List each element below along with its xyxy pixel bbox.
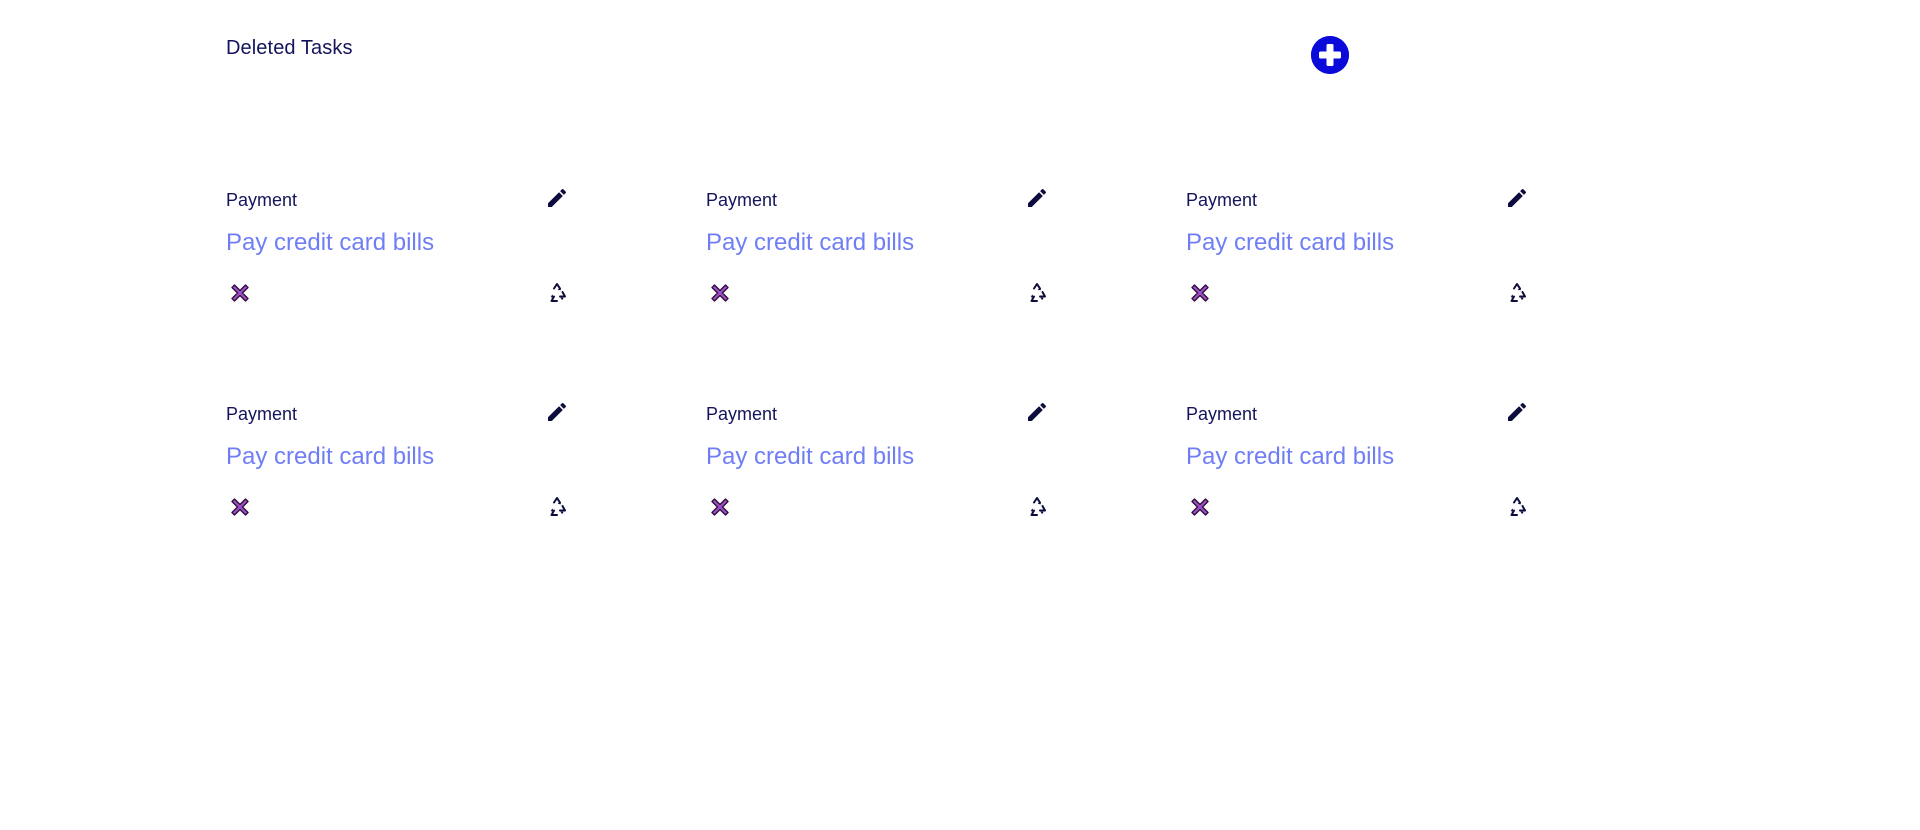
task-card: Payment Pay credit card bills [226, 178, 586, 338]
task-category: Payment [226, 190, 298, 210]
task-card: Payment Pay credit card bills [1186, 178, 1546, 338]
pencil-icon[interactable] [1025, 186, 1049, 210]
pencil-icon[interactable] [545, 186, 569, 210]
recycle-icon[interactable] [546, 282, 568, 304]
pencil-icon[interactable] [1505, 186, 1529, 210]
task-card: Payment Pay credit card bills [706, 392, 1066, 552]
task-card: Payment Pay credit card bills [706, 178, 1066, 338]
recycle-icon[interactable] [546, 496, 568, 518]
task-description: Pay credit card bills [706, 443, 915, 470]
task-card: Payment Pay credit card bills [226, 392, 586, 552]
task-description: Pay credit card bills [706, 229, 915, 256]
cross-mark-icon[interactable] [708, 495, 732, 519]
task-card: Payment Pay credit card bills [1186, 392, 1546, 552]
task-description: Pay credit card bills [226, 443, 435, 470]
cross-mark-icon[interactable] [228, 495, 252, 519]
pencil-icon[interactable] [1505, 400, 1529, 424]
cross-mark-icon[interactable] [1188, 495, 1212, 519]
recycle-icon[interactable] [1506, 282, 1528, 304]
recycle-icon[interactable] [1026, 282, 1048, 304]
task-category: Payment [706, 190, 778, 210]
task-description: Pay credit card bills [1186, 229, 1395, 256]
task-category: Payment [226, 404, 298, 424]
cross-mark-icon[interactable] [1188, 281, 1212, 305]
recycle-icon[interactable] [1506, 496, 1528, 518]
task-category: Payment [1186, 404, 1258, 424]
recycle-icon[interactable] [1026, 496, 1048, 518]
cross-mark-icon[interactable] [708, 281, 732, 305]
task-description: Pay credit card bills [226, 229, 435, 256]
cross-mark-icon[interactable] [228, 281, 252, 305]
pencil-icon[interactable] [545, 400, 569, 424]
task-category: Payment [1186, 190, 1258, 210]
task-category: Payment [706, 404, 778, 424]
pencil-icon[interactable] [1025, 400, 1049, 424]
task-grid: Payment Pay credit card bills Payment Pa… [226, 0, 1666, 830]
task-description: Pay credit card bills [1186, 443, 1395, 470]
